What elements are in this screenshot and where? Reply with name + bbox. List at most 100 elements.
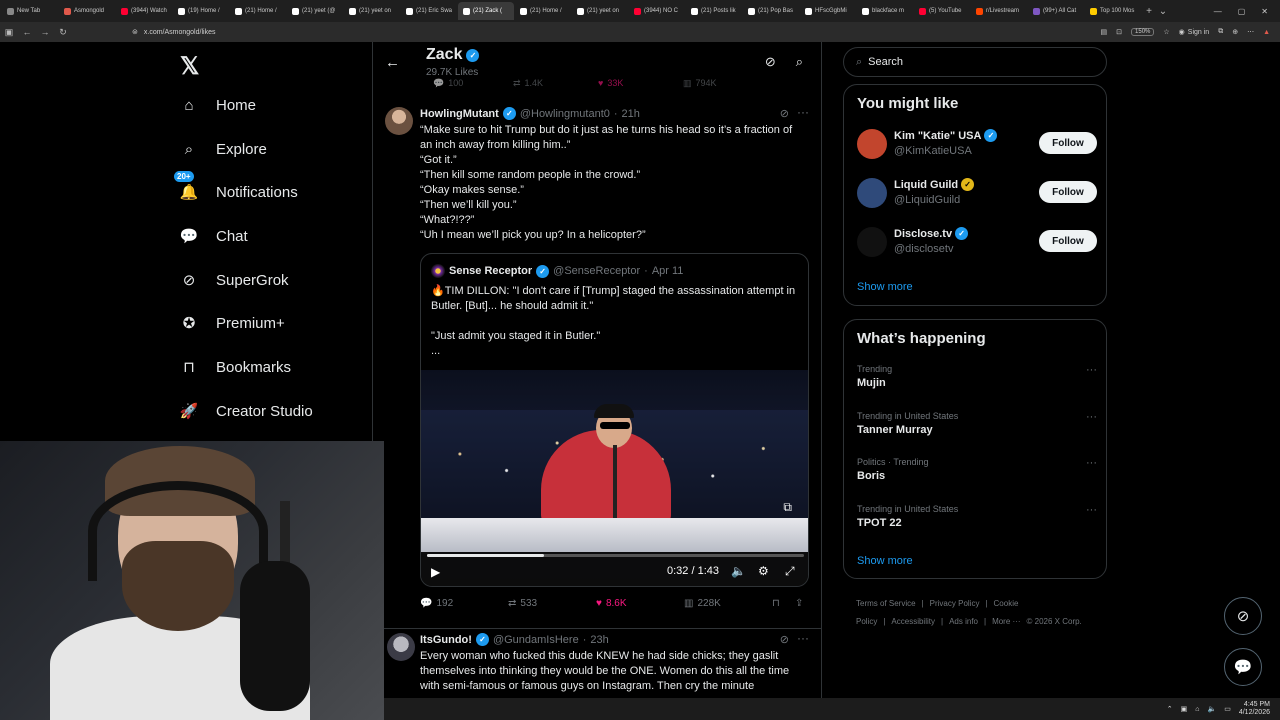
like-button[interactable]: ♥ 8.6K [596, 598, 627, 609]
nav-item-home[interactable]: ⌂ Home [178, 94, 256, 116]
system-clock[interactable]: 4:45 PM 4/12/2026 [1239, 701, 1270, 717]
browser-tab[interactable]: Top 100 Mos [1085, 2, 1141, 20]
browser-tab[interactable]: New Tab [2, 2, 58, 20]
prev-like-count[interactable]: ♥ 33K [598, 78, 623, 88]
menu-icon[interactable]: ⋯ [1247, 28, 1254, 36]
author-handle[interactable]: @GundamIsHere [493, 634, 579, 646]
suggested-account[interactable]: Disclose.tv ✓ @disclosetv Follow [857, 225, 1097, 261]
avatar[interactable] [857, 178, 887, 208]
show-more-link[interactable]: Show more [857, 281, 913, 293]
volume-icon[interactable]: 🔈 [731, 564, 746, 578]
quote-avatar[interactable] [431, 264, 445, 278]
tweet-time[interactable]: 21h [622, 108, 640, 120]
tray-app-icon[interactable]: ▣ [1181, 705, 1188, 713]
follow-button[interactable]: Follow [1039, 132, 1097, 154]
site-info-icon[interactable]: ⊜ [132, 28, 138, 36]
shopping-icon[interactable]: ⊕ [1232, 28, 1238, 36]
account-name[interactable]: Kim "Katie" USA [894, 130, 981, 142]
footer-link[interactable]: © 2026 X Corp. [1027, 617, 1082, 626]
browser-tab[interactable]: (21) yeet (@ [287, 2, 343, 20]
share-button[interactable]: ⇪ [795, 598, 803, 609]
favorite-star-icon[interactable]: ☆ [1163, 28, 1169, 36]
bookmark-button[interactable]: ⊓ [772, 598, 780, 609]
suggested-account[interactable]: Liquid Guild ✓ @LiquidGuild Follow [857, 176, 1097, 212]
trend-item[interactable]: Trending in United States TPOT 22 ··· [857, 504, 1097, 540]
footer-link[interactable]: More ··· [992, 617, 1020, 626]
browser-tab[interactable]: (21) Posts lik [686, 2, 742, 20]
browser-tab[interactable]: (21) Eric Swa [401, 2, 457, 20]
trend-item[interactable]: Trending in United States Tanner Murray ··… [857, 411, 1097, 447]
new-tab-button[interactable]: + [1142, 6, 1156, 17]
author-handle[interactable]: @Howlingmutant0 [520, 108, 610, 120]
browser-tab[interactable]: blackface m [857, 2, 913, 20]
author-name[interactable]: HowlingMutant [420, 108, 499, 120]
browser-tab[interactable]: (21) Pop Bas [743, 2, 799, 20]
back-arrow-icon[interactable]: ← [385, 54, 400, 71]
avatar[interactable] [857, 129, 887, 159]
messages-fab-icon[interactable]: 💬 [1224, 648, 1262, 686]
quote-author-name[interactable]: Sense Receptor [449, 265, 532, 277]
account-name[interactable]: Liquid Guild [894, 179, 958, 191]
tray-chevron-icon[interactable]: ⌃ [1167, 705, 1173, 713]
prev-repost-count[interactable]: ⇄ 1.4K [513, 78, 543, 89]
browser-tab[interactable]: (21) Home / [230, 2, 286, 20]
tweet[interactable]: HowlingMutant ✓ @Howlingmutant0 · 21h ⊘ … [373, 97, 821, 629]
avatar[interactable] [387, 633, 415, 661]
nav-item-supergrok[interactable]: ⊘ SuperGrok [178, 269, 289, 291]
browser-tab[interactable]: (3944) NO C [629, 2, 685, 20]
suggested-account[interactable]: Kim "Katie" USA ✓ @KimKatieUSA Follow [857, 127, 1097, 163]
account-name[interactable]: Disclose.tv [894, 228, 952, 240]
quoted-tweet[interactable]: Sense Receptor ✓ @SenseReceptor · Apr 11… [420, 253, 809, 587]
more-options-icon[interactable]: ··· [1086, 411, 1097, 423]
nav-item-notifications[interactable]: 🔔 20+ Notifications [174, 171, 298, 203]
browser-tab[interactable]: (5) YouTube [914, 2, 970, 20]
avatar[interactable] [385, 107, 413, 135]
trend-item[interactable]: Trending Mujin ··· [857, 364, 1097, 400]
signin-button[interactable]: ◉ Sign in [1179, 28, 1210, 37]
nav-item-premium[interactable]: ✪ Premium+ [178, 312, 285, 334]
nav-item-chat[interactable]: 💬 Chat [178, 225, 248, 247]
more-options-icon[interactable]: ··· [1086, 504, 1097, 516]
minimize-icon[interactable]: — [1214, 7, 1222, 16]
search-input[interactable]: ⌕ Search [843, 47, 1107, 77]
nav-item-creator-studio[interactable]: 🚀 Creator Studio [178, 400, 313, 422]
follow-button[interactable]: Follow [1039, 181, 1097, 203]
search-icon[interactable]: ⌕ [796, 54, 803, 70]
grok-fab-icon[interactable]: ⊘ [1224, 597, 1262, 635]
grok-explain-icon[interactable]: ⊘ [780, 633, 789, 646]
play-icon[interactable]: ▶ [431, 565, 440, 579]
browser-tab[interactable]: (19) Home / [173, 2, 229, 20]
picture-in-picture-icon[interactable]: ⧉ [783, 500, 792, 515]
grok-icon[interactable]: ⊘ [765, 54, 776, 70]
input-icon[interactable]: ▭ [1224, 705, 1231, 713]
tweet-time[interactable]: 23h [590, 634, 608, 646]
url-field[interactable]: ⊜ x.com/Asmongold/likes [132, 28, 215, 37]
more-options-icon[interactable]: ··· [797, 105, 809, 119]
show-more-link[interactable]: Show more [857, 555, 913, 567]
forward-icon[interactable]: → [36, 27, 54, 37]
trend-item[interactable]: Politics · Trending Boris ··· [857, 457, 1097, 493]
prev-reply-count[interactable]: 💬 100 [433, 78, 463, 89]
avatar[interactable] [857, 227, 887, 257]
browser-tab[interactable]: r/Livestream [971, 2, 1027, 20]
browser-tab[interactable]: (21) yeet on [344, 2, 400, 20]
nav-item-bookmarks[interactable]: ⊓ Bookmarks [178, 356, 291, 378]
sidebar-toggle-icon[interactable]: ▣ [0, 27, 18, 38]
extensions-icon[interactable]: ⧉ [1218, 28, 1223, 36]
more-options-icon[interactable]: ··· [1086, 457, 1097, 469]
reload-icon[interactable]: ↻ [54, 27, 72, 38]
extension-badge-icon[interactable]: ▲ [1263, 29, 1270, 36]
back-icon[interactable]: ← [18, 27, 36, 37]
video-progress-bar[interactable] [427, 554, 804, 557]
tab-list-chevron-icon[interactable]: ⌄ [1156, 6, 1170, 17]
footer-link[interactable]: Accessibility [891, 617, 935, 626]
settings-gear-icon[interactable]: ⚙ [758, 564, 769, 578]
browser-tab[interactable]: (21) Home / [515, 2, 571, 20]
follow-button[interactable]: Follow [1039, 230, 1097, 252]
browser-tab[interactable]: (21) yeet on [572, 2, 628, 20]
video-player[interactable]: ⧉ ▶ 0:32 / 1:43 🔈 ⚙ ⤢ [421, 370, 808, 586]
grok-explain-icon[interactable]: ⊘ [780, 107, 789, 120]
more-options-icon[interactable]: ··· [797, 631, 809, 645]
reader-icon[interactable]: ▤ [1101, 28, 1108, 36]
browser-tab[interactable]: (99+) All Cat [1028, 2, 1084, 20]
